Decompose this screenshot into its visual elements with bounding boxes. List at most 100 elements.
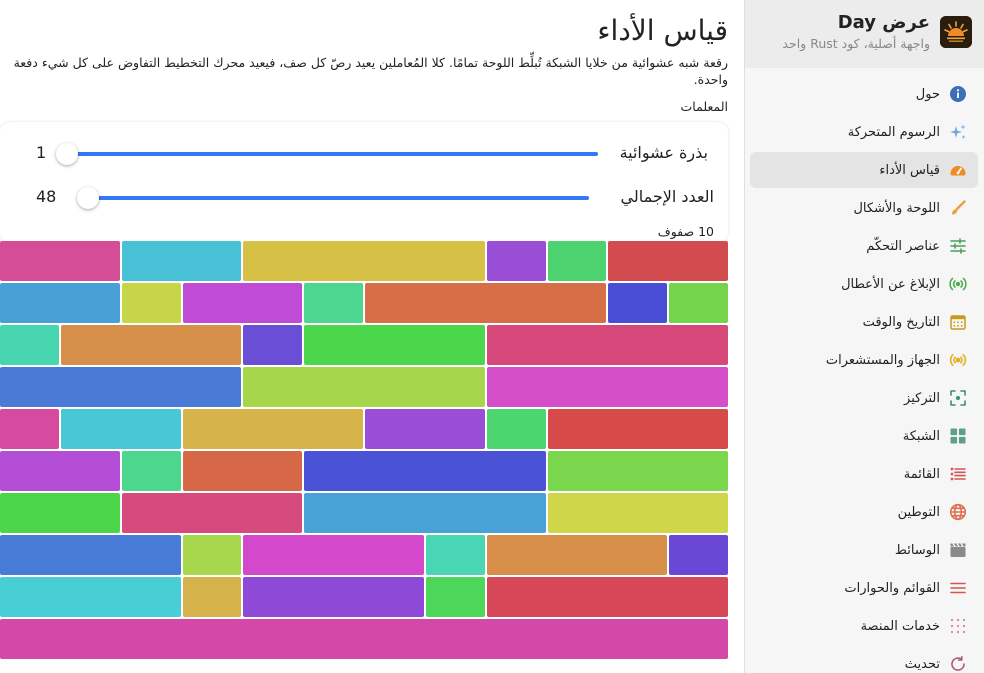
grid-tile xyxy=(0,577,181,617)
sidebar-item-device-sensors[interactable]: الجهاز والمستشعرات xyxy=(750,342,978,378)
sidebar-item-label: الإبلاغ عن الأعطال xyxy=(841,276,940,292)
focus-icon xyxy=(948,388,968,408)
sidebar-item-focus[interactable]: التركيز xyxy=(750,380,978,416)
sidebar-item-label: تحديث xyxy=(904,656,940,672)
broadcast-icon xyxy=(948,274,968,294)
page-description: رقعة شبه عشوائية من خلايا الشبكة تُبلِّط… xyxy=(13,55,728,87)
sparkles-icon xyxy=(948,122,968,142)
app-title: عرض Day xyxy=(837,12,930,33)
grid-tile xyxy=(182,535,242,575)
sidebar-item-label: الشبكة xyxy=(902,428,940,444)
grid-tile xyxy=(547,241,607,281)
grid-tile xyxy=(182,577,242,617)
grid-tile xyxy=(486,535,668,575)
sidebar-item-label: حول xyxy=(915,86,940,102)
sensor-icon xyxy=(948,350,968,370)
sidebar-item-list[interactable]: القائمة xyxy=(750,456,978,492)
seed-value: 1 xyxy=(36,143,47,162)
sidebar-item-label: خدمات المنصة xyxy=(860,618,940,634)
seed-row: بذرة عشوائية 1 xyxy=(0,138,728,168)
sidebar-item-label: التوطين xyxy=(897,504,940,520)
grid-tile xyxy=(0,619,728,659)
total-slider-fill xyxy=(88,196,589,200)
sidebar-item-label: قياس الأداء xyxy=(879,162,940,178)
sidebar-item-crash-reporting[interactable]: الإبلاغ عن الأعطال xyxy=(750,266,978,302)
total-slider-thumb[interactable] xyxy=(77,187,99,209)
clapper-icon xyxy=(948,540,968,560)
sidebar: عرض Day واجهة أصلية، كود Rust واحد حول ال… xyxy=(744,0,984,673)
grid-tile xyxy=(365,283,607,323)
sidebar-item-canvas-shapes[interactable]: اللوحة والأشكال xyxy=(750,190,978,226)
main-content: قياس الأداء رقعة شبه عشوائية من خلايا ال… xyxy=(0,0,744,673)
grid-tile xyxy=(486,367,728,407)
grid-tile xyxy=(425,577,485,617)
grid-tile xyxy=(486,241,546,281)
dots-grid-icon xyxy=(948,616,968,636)
seed-label: بذرة عشوائية xyxy=(619,143,708,162)
grid-tile xyxy=(243,367,485,407)
page-title: قياس الأداء xyxy=(597,14,728,47)
sidebar-item-label: القائمة xyxy=(903,466,940,482)
grid-tile xyxy=(60,409,181,449)
seed-slider-thumb[interactable] xyxy=(56,143,78,165)
sidebar-item-animations[interactable]: الرسوم المتحركة xyxy=(750,114,978,150)
calendar-icon xyxy=(948,312,968,332)
grid-tile xyxy=(365,409,485,449)
sidebar-item-refresh[interactable]: تحديث xyxy=(750,646,978,673)
grid-tile xyxy=(669,283,728,323)
grid-tile xyxy=(486,325,728,365)
grid-icon xyxy=(948,426,968,446)
grid-tile xyxy=(0,283,120,323)
grid-tile xyxy=(121,241,242,281)
total-slider[interactable] xyxy=(77,187,589,209)
grid-tile xyxy=(304,283,363,323)
sidebar-nav: حول الرسوم المتحركة قياس الأداء اللوحة والأ… xyxy=(750,76,978,673)
grid-tile xyxy=(0,241,120,281)
sidebar-item-menus-dialogs[interactable]: القوائم والحوارات xyxy=(750,570,978,606)
total-label: العدد الإجمالي xyxy=(620,187,714,206)
grid-tile xyxy=(608,283,668,323)
globe-icon xyxy=(948,502,968,522)
gauge-icon xyxy=(948,160,968,180)
sidebar-item-controls[interactable]: عناصر التحكّم xyxy=(750,228,978,264)
info-icon xyxy=(948,84,968,104)
grid-tile xyxy=(486,577,728,617)
grid-tile xyxy=(121,283,181,323)
grid-tile xyxy=(669,535,728,575)
sidebar-item-label: الوسائط xyxy=(894,542,940,558)
sidebar-item-grid[interactable]: الشبكة xyxy=(750,418,978,454)
grid-tile xyxy=(0,367,242,407)
grid-tile xyxy=(304,451,546,491)
seed-slider-fill xyxy=(67,152,598,156)
params-card: بذرة عشوائية 1 العدد الإجمالي 48 xyxy=(0,122,728,242)
sidebar-item-performance[interactable]: قياس الأداء xyxy=(750,152,978,188)
sliders-icon xyxy=(948,236,968,256)
grid-tile xyxy=(425,535,485,575)
menu-icon xyxy=(948,578,968,598)
grid-tile xyxy=(547,451,728,491)
total-row: العدد الإجمالي 48 xyxy=(0,182,728,212)
app-header: عرض Day واجهة أصلية، كود Rust واحد xyxy=(745,0,984,68)
grid-tile xyxy=(182,283,303,323)
sidebar-item-platform-services[interactable]: خدمات المنصة xyxy=(750,608,978,644)
grid-tile xyxy=(0,535,181,575)
sidebar-item-localization[interactable]: التوطين xyxy=(750,494,978,530)
list-icon xyxy=(948,464,968,484)
params-section-label: المعلمات xyxy=(680,99,728,114)
tile-grid xyxy=(0,241,728,661)
grid-tile xyxy=(304,325,485,365)
sidebar-item-label: عناصر التحكّم xyxy=(866,238,940,254)
grid-tile xyxy=(608,241,728,281)
sun-logo-icon xyxy=(940,16,972,48)
seed-slider[interactable] xyxy=(56,143,598,165)
brush-icon xyxy=(948,198,968,218)
grid-tile xyxy=(0,325,59,365)
grid-tile xyxy=(0,409,59,449)
sidebar-item-media[interactable]: الوسائط xyxy=(750,532,978,568)
sidebar-item-about[interactable]: حول xyxy=(750,76,978,112)
app-subtitle: واجهة أصلية، كود Rust واحد xyxy=(782,36,930,51)
grid-tile xyxy=(0,451,120,491)
sidebar-item-label: الجهاز والمستشعرات xyxy=(825,352,940,368)
grid-tile xyxy=(243,241,485,281)
sidebar-item-date-time[interactable]: التاريخ والوقت xyxy=(750,304,978,340)
